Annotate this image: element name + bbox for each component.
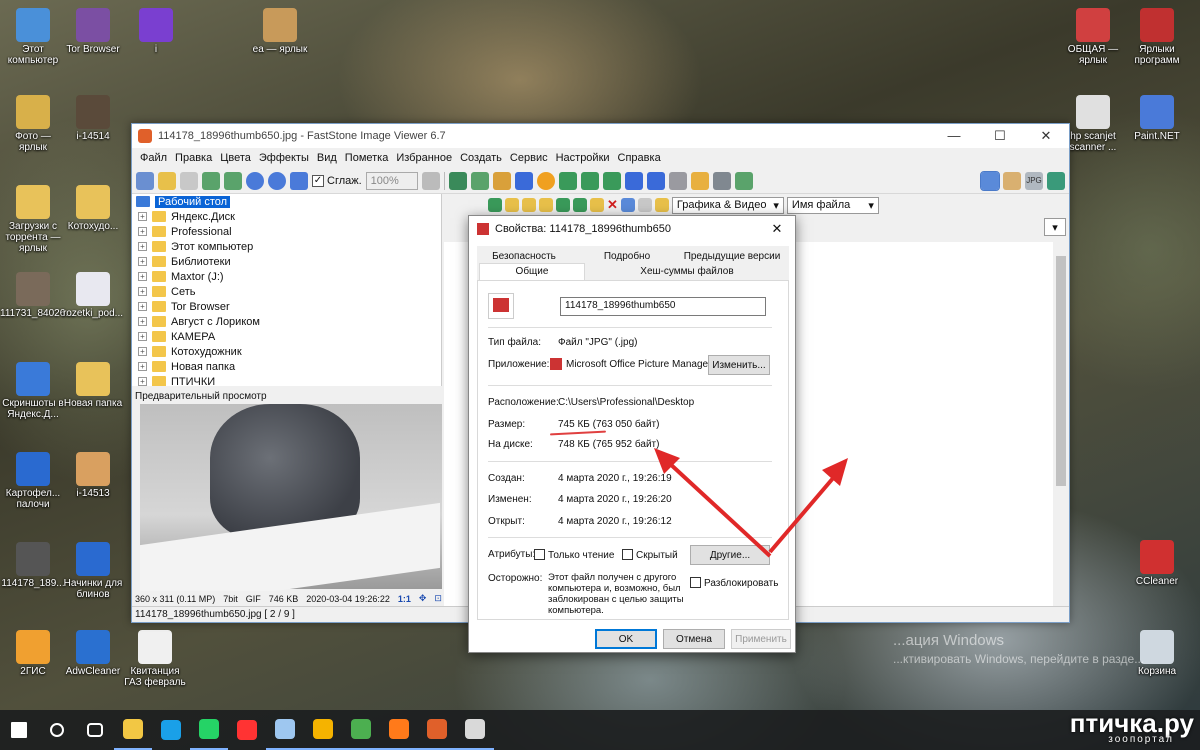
taskbar xyxy=(0,710,1200,750)
firefox-icon xyxy=(389,719,409,739)
taskbar-firefox-button[interactable] xyxy=(380,710,418,750)
faststone-icon xyxy=(427,719,447,739)
taskbar-task-view-button[interactable] xyxy=(76,710,114,750)
arrowhead-icon xyxy=(822,458,848,486)
taskbar-yandex-browser-button[interactable] xyxy=(304,710,342,750)
taskbar-chrome-button[interactable] xyxy=(342,710,380,750)
arrow-to-thumbnail xyxy=(768,468,842,554)
activation-watermark-sub: ...ктивировать Windows, перейдите в разд… xyxy=(893,652,1145,666)
site-logo-sub: зоопортал xyxy=(1108,734,1174,745)
taskbar-faststone-button[interactable] xyxy=(418,710,456,750)
yandex-icon xyxy=(237,720,257,740)
windows-icon xyxy=(11,722,27,738)
skype-icon xyxy=(161,720,181,740)
taskbar-explorer-button[interactable] xyxy=(114,710,152,750)
yandex-browser-icon xyxy=(313,719,333,739)
taskbar-skype-button[interactable] xyxy=(152,710,190,750)
chrome-icon xyxy=(351,719,371,739)
arrow-to-size xyxy=(666,460,772,558)
notepad-icon xyxy=(275,719,295,739)
taskbar-windows-button[interactable] xyxy=(0,710,38,750)
whatsapp-icon xyxy=(199,719,219,739)
explorer-icon xyxy=(123,719,143,739)
taskbar-search-button[interactable] xyxy=(38,710,76,750)
site-logo: птичка.ру зоопортал xyxy=(1070,708,1194,745)
taskbar-notepad-button[interactable] xyxy=(266,710,304,750)
taskbar-yandex-button[interactable] xyxy=(228,710,266,750)
search-icon xyxy=(50,723,64,737)
task-view-icon xyxy=(87,723,103,737)
annotation-arrows xyxy=(654,448,848,558)
faststone-props-icon xyxy=(465,719,485,739)
activation-watermark: ...ация Windows xyxy=(893,632,1004,649)
taskbar-whatsapp-button[interactable] xyxy=(190,710,228,750)
taskbar-faststone-props-button[interactable] xyxy=(456,710,494,750)
